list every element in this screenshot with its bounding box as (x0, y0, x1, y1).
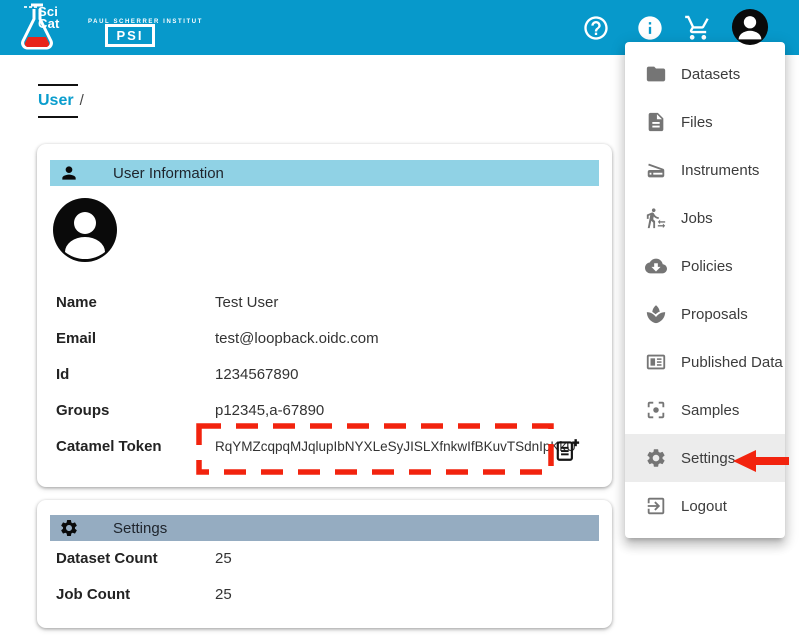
spa-icon (645, 303, 667, 325)
row-value: 1234567890 (215, 366, 298, 383)
row-label: Name (56, 294, 215, 311)
menu-item-published-data[interactable]: Published Data (625, 338, 785, 386)
help-icon[interactable] (582, 14, 610, 42)
menu-item-settings[interactable]: Settings (625, 434, 785, 482)
catamel-token-value: RqYMZcqpqMJqlupIbNYXLeSyJISLXfnkwIfBKuvT… (215, 439, 576, 454)
folder-icon (645, 63, 667, 85)
menu-item-policies[interactable]: Policies (625, 242, 785, 290)
menu-item-instruments[interactable]: Instruments (625, 146, 785, 194)
menu-item-files[interactable]: Files (625, 98, 785, 146)
row-value: Test User (215, 294, 278, 311)
row-label: Groups (56, 402, 215, 419)
breadcrumb-bottom-rule (38, 116, 78, 118)
user-information-card: User Information Name Test User Email te… (37, 144, 612, 487)
published-card-icon (645, 351, 667, 373)
gear-icon (59, 518, 79, 538)
user-row-email: Email test@loopback.oidc.com (56, 320, 600, 356)
user-dropdown-menu: Datasets Files Instruments (625, 42, 785, 538)
scanner-icon (645, 159, 667, 181)
shopping-cart-icon[interactable] (684, 14, 712, 42)
user-row-id: Id 1234567890 (56, 356, 600, 392)
user-card-title: User Information (113, 165, 224, 182)
menu-item-proposals[interactable]: Proposals (625, 290, 785, 338)
breadcrumb-separator: / (80, 92, 84, 109)
menu-item-logout[interactable]: Logout (625, 482, 785, 530)
user-info-rows: Name Test User Email test@loopback.oidc.… (56, 284, 600, 464)
person-icon (59, 163, 79, 183)
breadcrumb: User / (38, 84, 84, 118)
row-value: 25 (215, 586, 232, 603)
row-value: 25 (215, 550, 232, 567)
gear-icon (645, 447, 667, 469)
cloud-download-icon (645, 255, 667, 277)
file-icon (645, 111, 667, 133)
user-row-name: Name Test User (56, 284, 600, 320)
user-card-header: User Information (50, 160, 599, 186)
row-label: Id (56, 366, 215, 383)
row-value: test@loopback.oidc.com (215, 330, 379, 347)
breadcrumb-user-link[interactable]: User (38, 92, 74, 110)
psi-logo: PAUL SCHERRER INSTITUT PSI (88, 10, 180, 48)
row-label: Catamel Token (56, 438, 215, 455)
psi-logo-box: PSI (105, 24, 155, 47)
settings-row-dataset-count: Dataset Count 25 (56, 540, 600, 576)
user-row-groups: Groups p12345,a-67890 (56, 392, 600, 428)
settings-card-title: Settings (113, 520, 167, 537)
row-label: Job Count (56, 586, 215, 603)
menu-item-datasets[interactable]: Datasets (625, 50, 785, 98)
row-label: Dataset Count (56, 550, 215, 567)
center-focus-icon (645, 399, 667, 421)
settings-rows: Dataset Count 25 Job Count 25 (56, 540, 600, 612)
settings-card: Settings Dataset Count 25 Job Count 25 (37, 500, 612, 628)
settings-row-job-count: Job Count 25 (56, 576, 600, 612)
menu-item-jobs[interactable]: Jobs (625, 194, 785, 242)
user-avatar-icon[interactable] (731, 8, 769, 46)
walking-person-icon (645, 207, 667, 229)
profile-avatar-icon (53, 198, 117, 262)
app-window: Sci Cat PAUL SCHERRER INSTITUT PSI (0, 0, 799, 637)
row-value: p12345,a-67890 (215, 402, 324, 419)
logout-icon (645, 495, 667, 517)
user-row-catamel-token: Catamel Token RqYMZcqpqMJqlupIbNYXLeSyJI… (56, 428, 600, 464)
scicat-wordmark-cat: Cat (38, 16, 60, 31)
copy-token-icon[interactable] (554, 437, 580, 463)
info-icon[interactable] (636, 14, 664, 42)
row-label: Email (56, 330, 215, 347)
menu-item-samples[interactable]: Samples (625, 386, 785, 434)
settings-card-header: Settings (50, 515, 599, 541)
